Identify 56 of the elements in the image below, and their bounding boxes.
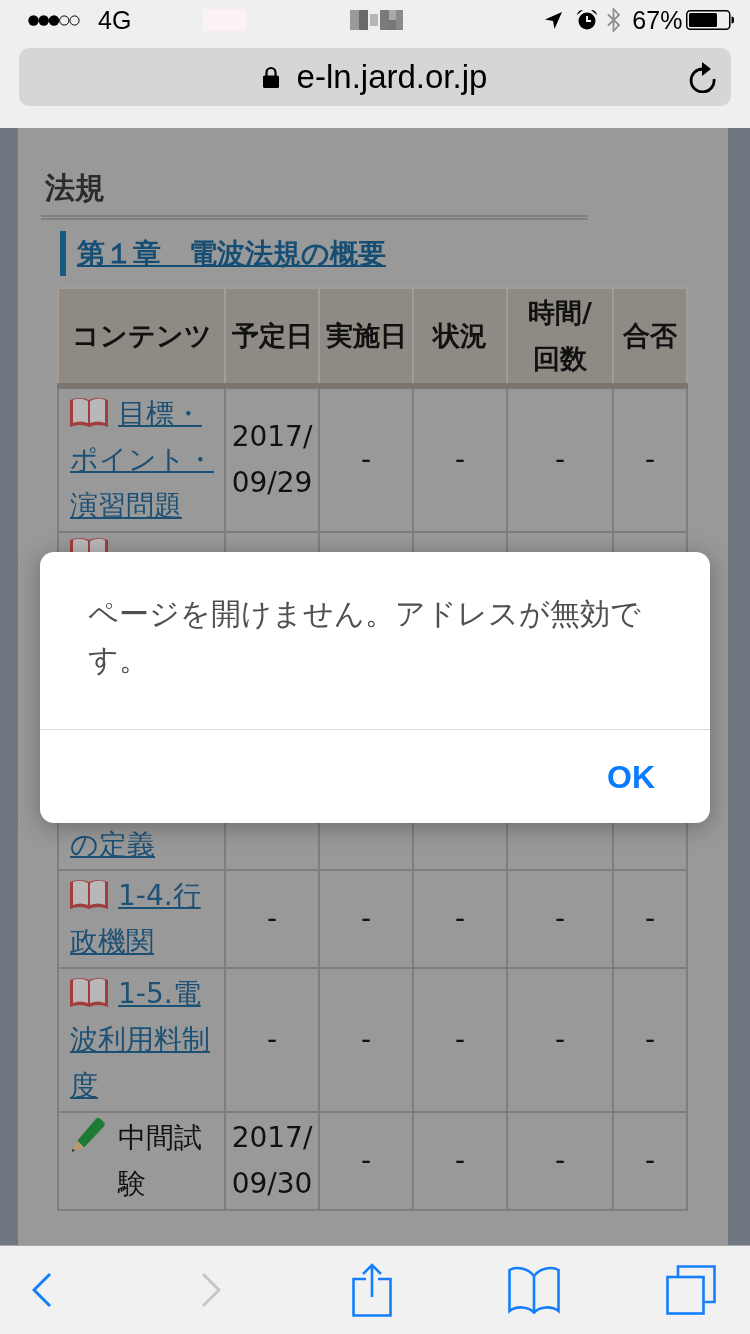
table-cell: - — [507, 870, 613, 968]
table-header-cell: 状況 — [413, 288, 507, 386]
table-header-cell: 予定日 — [225, 288, 319, 386]
pencil-icon — [70, 1117, 106, 1153]
table-cell: - — [613, 870, 687, 968]
battery-percentage: 67% — [632, 5, 683, 35]
table-cell: - — [413, 870, 507, 968]
blurred-time-icon — [350, 10, 404, 30]
content-link[interactable]: の定義 — [70, 826, 155, 864]
table-cell: - — [225, 968, 319, 1112]
signal-strength-icon — [28, 14, 80, 26]
table-cell: - — [507, 968, 613, 1112]
table-cell: - — [319, 386, 413, 532]
table-cell: - — [413, 968, 507, 1112]
table-header-cell: 合否 — [613, 288, 687, 386]
table-cell: - — [507, 1112, 613, 1210]
chapter-link[interactable]: 第１章 電波法規の概要 — [77, 233, 386, 274]
table-cell: 2017/09/30 — [225, 1112, 319, 1210]
bluetooth-icon — [607, 8, 621, 32]
content-link[interactable]: 1-4.行政機関 — [70, 873, 218, 965]
back-chevron-icon — [32, 1272, 52, 1308]
section-title: 法規 — [45, 169, 105, 207]
reload-icon — [689, 61, 717, 93]
book-icon — [70, 397, 108, 427]
table-cell: - — [413, 386, 507, 532]
table-cell: - — [613, 968, 687, 1112]
address-bar[interactable]: e-ln.jard.or.jp — [19, 48, 731, 106]
table-cell: - — [613, 386, 687, 532]
content-link[interactable]: 目標・ポイント・演習問題 — [70, 391, 218, 529]
table-cell: - — [507, 386, 613, 532]
alert-message: ページを開けません。アドレスが無効です。 — [88, 596, 642, 678]
lock-icon — [262, 66, 279, 88]
forward-chevron-icon — [201, 1272, 221, 1308]
location-arrow-icon — [545, 11, 563, 29]
table-cell: 2017/09/29 — [225, 386, 319, 532]
book-icon — [70, 977, 108, 1007]
table-cell: - — [319, 968, 413, 1112]
network-type: 4G — [98, 5, 132, 35]
open-book-icon — [508, 1266, 560, 1314]
table-header-cell: 時間/回数 — [507, 288, 613, 386]
accent-bar — [60, 231, 66, 276]
table-header-cell: 実施日 — [319, 288, 413, 386]
table-header-cell: コンテンツ — [58, 288, 225, 386]
alarm-clock-icon — [577, 10, 598, 30]
ok-button[interactable]: OK — [592, 740, 670, 813]
table-cell: - — [319, 870, 413, 968]
share-icon — [352, 1263, 392, 1317]
battery-icon — [686, 10, 735, 30]
table-cell: - — [319, 1112, 413, 1210]
table-cell: - — [613, 1112, 687, 1210]
test-title: 中間試験 — [118, 1120, 203, 1202]
content-link[interactable]: 1-5.電波利用料制度 — [70, 971, 218, 1109]
table-cell: - — [413, 1112, 507, 1210]
table-cell: - — [225, 870, 319, 968]
tabs-icon — [666, 1265, 716, 1315]
book-icon — [70, 879, 108, 909]
